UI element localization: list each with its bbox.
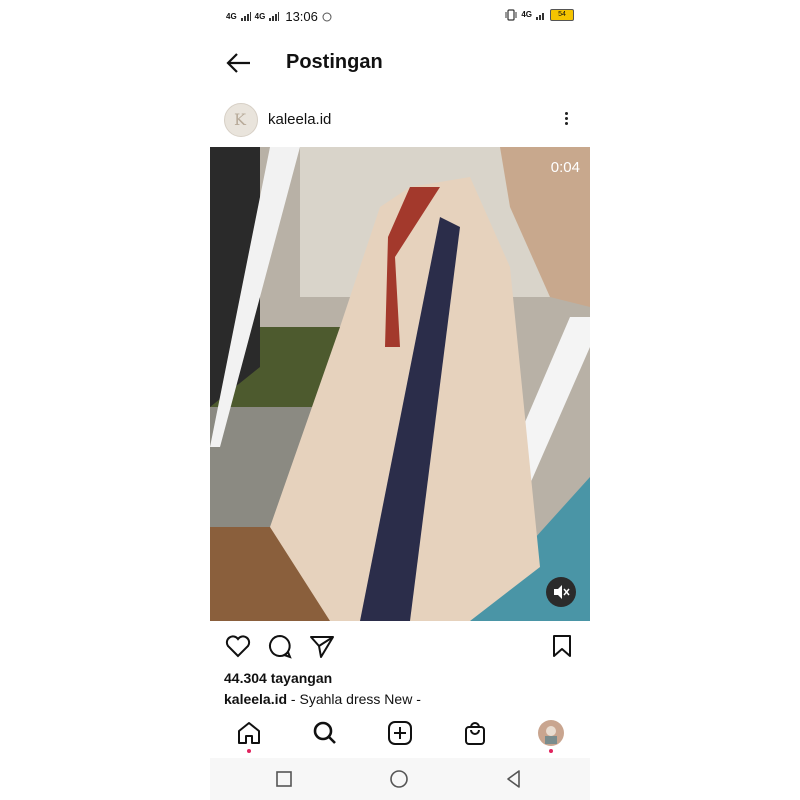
status-left: 4G 4G 13:06 — [226, 9, 332, 24]
post-actions — [210, 628, 590, 662]
post-caption: kaleela.id - Syahla dress New - — [224, 691, 421, 707]
system-nav-bar — [210, 758, 590, 800]
heart-icon[interactable] — [224, 632, 252, 660]
avatar-monogram-icon: K — [234, 110, 246, 129]
bookmark-icon[interactable] — [548, 632, 576, 660]
caption-username[interactable]: kaleela.id — [224, 691, 287, 707]
status-bar: 4G 4G 13:06 4G 54 — [210, 0, 590, 34]
signal-bars-icon-2 — [269, 12, 280, 21]
whatsapp-icon — [322, 12, 332, 21]
home-icon — [238, 722, 260, 744]
vibrate-icon — [505, 9, 517, 21]
signal-label-1: 4G — [226, 11, 237, 21]
home-button-icon[interactable] — [388, 768, 410, 790]
notification-dot — [247, 749, 251, 753]
phone-screen: 4G 4G 13:06 4G 54 Postingan K kaleela.id — [210, 0, 590, 800]
plus-square-icon — [388, 721, 412, 745]
tab-shop[interactable] — [460, 718, 490, 752]
avatar[interactable]: K — [224, 103, 258, 137]
search-icon — [313, 721, 336, 744]
tab-search[interactable] — [310, 718, 340, 752]
profile-avatar — [538, 720, 564, 746]
back-button-icon[interactable] — [503, 768, 525, 790]
username[interactable]: kaleela.id — [268, 111, 331, 128]
battery-level: 54 — [558, 11, 566, 18]
status-right: 4G 54 — [505, 9, 574, 21]
view-count: 44.304 tayangan — [224, 670, 333, 686]
recent-apps-icon[interactable] — [273, 768, 295, 790]
page-title: Postingan — [286, 51, 383, 73]
more-vertical-icon[interactable] — [562, 110, 570, 130]
battery-icon: 54 — [550, 9, 574, 21]
profile-notification-dot — [549, 749, 553, 753]
comment-icon[interactable] — [266, 632, 294, 660]
video-player[interactable]: 0:04 — [210, 147, 590, 621]
tab-home[interactable] — [234, 718, 264, 753]
post-header: K kaleela.id — [210, 100, 590, 140]
video-timer: 0:04 — [550, 159, 580, 176]
tab-profile[interactable] — [536, 718, 566, 753]
arrow-left-icon[interactable] — [224, 50, 254, 76]
video-frame — [210, 147, 590, 621]
signal-bars-icon — [240, 12, 251, 21]
wifi-icon — [536, 12, 544, 20]
send-icon[interactable] — [308, 632, 336, 660]
status-time: 13:06 — [285, 9, 318, 24]
signal-label-2: 4G — [254, 11, 266, 21]
bottom-tab-bar — [210, 714, 590, 758]
shopping-bag-icon — [465, 722, 485, 745]
speaker-muted-icon[interactable] — [546, 577, 576, 607]
tab-add[interactable] — [385, 718, 415, 752]
caption-text: - Syahla dress New - — [287, 691, 421, 707]
network-label: 4G — [521, 10, 532, 19]
app-bar: Postingan — [210, 40, 590, 86]
